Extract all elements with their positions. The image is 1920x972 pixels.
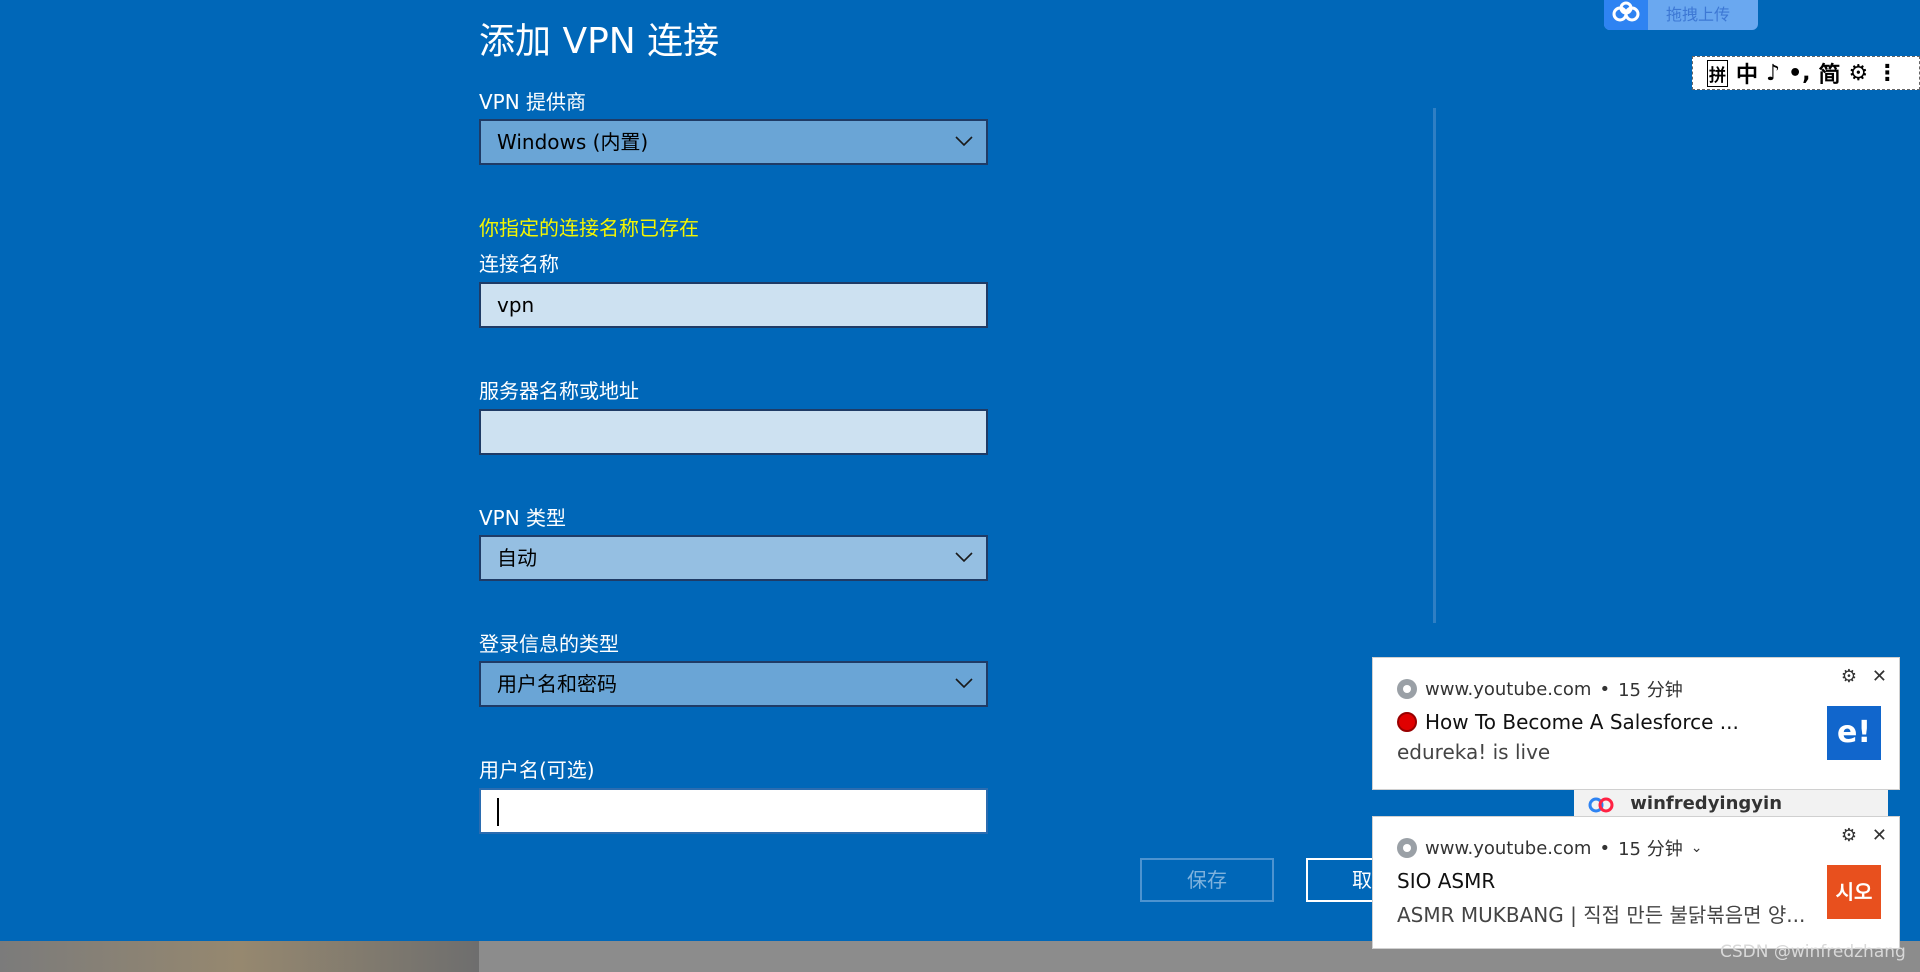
notification-subtitle: edureka! is live	[1397, 740, 1551, 764]
watermark: CSDN @winfredzhang	[1720, 942, 1906, 962]
vpn-provider-label: VPN 提供商	[479, 90, 587, 114]
ime-punctuation-icon[interactable]: •,	[1788, 61, 1810, 86]
upload-label: 拖拽上传	[1666, 5, 1731, 24]
ime-more-icon[interactable]: ⋮	[1876, 61, 1898, 86]
vpn-type-value: 自动	[497, 546, 537, 570]
vpn-provider-dropdown[interactable]: Windows (内置)	[479, 119, 988, 165]
chevron-down-icon	[955, 136, 973, 147]
notification-toast[interactable]: www.youtube.com • 15 分钟 ⌄ ⚙ ✕ SIO ASMR A…	[1372, 816, 1900, 949]
ime-toolbar[interactable]: 拼 中 ♪ •, 简 ⚙ ⋮	[1692, 56, 1920, 90]
signin-type-label: 登录信息的类型	[479, 632, 619, 656]
chrome-icon	[1397, 838, 1417, 858]
settings-icon[interactable]: ⚙	[1841, 666, 1857, 687]
app-logo-icon	[1588, 793, 1614, 813]
chevron-down-icon	[955, 552, 973, 563]
background-window-strip: winfredyingyin	[1574, 790, 1888, 818]
ime-halfwidth-icon[interactable]: ♪	[1766, 61, 1780, 86]
scrollbar[interactable]	[1433, 108, 1436, 623]
channel-thumbnail: 시오	[1827, 865, 1881, 919]
page-title: 添加 VPN 连接	[479, 21, 720, 62]
chevron-down-icon[interactable]: ⌄	[1691, 840, 1703, 856]
channel-thumbnail: e!	[1827, 706, 1881, 760]
vpn-provider-value: Windows (内置)	[497, 130, 649, 154]
text-caret	[497, 798, 499, 826]
connection-name-label: 连接名称	[479, 252, 559, 276]
settings-icon[interactable]: ⚙	[1841, 825, 1857, 846]
name-exists-warning: 你指定的连接名称已存在	[479, 216, 699, 240]
chevron-down-icon	[955, 678, 973, 689]
notification-source: www.youtube.com • 15 分钟	[1397, 676, 1683, 702]
live-icon	[1397, 712, 1417, 732]
desktop-wallpaper-strip	[0, 941, 479, 972]
ime-chinese-mode[interactable]: 中	[1736, 57, 1758, 89]
notification-subtitle: ASMR MUKBANG | 직접 만든 불닭볶음면 양...	[1397, 903, 1806, 927]
server-address-input[interactable]	[479, 409, 988, 455]
server-address-label: 服务器名称或地址	[479, 379, 639, 403]
username-label: 用户名(可选)	[479, 758, 595, 782]
cloud-icon	[1604, 0, 1648, 30]
close-icon[interactable]: ✕	[1872, 666, 1887, 687]
notification-source: www.youtube.com • 15 分钟 ⌄	[1397, 835, 1702, 861]
username-input[interactable]	[479, 788, 988, 834]
connection-name-input[interactable]: vpn	[479, 282, 988, 328]
notification-title: SIO ASMR	[1397, 869, 1496, 893]
connection-name-value: vpn	[497, 293, 535, 317]
signin-type-dropdown[interactable]: 用户名和密码	[479, 661, 988, 707]
signin-type-value: 用户名和密码	[497, 672, 617, 696]
background-window-label: winfredyingyin	[1630, 793, 1783, 814]
ime-pinyin-icon[interactable]: 拼	[1707, 59, 1728, 87]
close-icon[interactable]: ✕	[1872, 825, 1887, 846]
save-button[interactable]: 保存	[1140, 858, 1274, 902]
vpn-type-label: VPN 类型	[479, 506, 567, 530]
chrome-icon	[1397, 679, 1417, 699]
vpn-type-dropdown[interactable]: 自动	[479, 535, 988, 581]
upload-widget[interactable]: 拖拽上传	[1604, 0, 1758, 30]
notification-toast[interactable]: www.youtube.com • 15 分钟 ⚙ ✕ How To Becom…	[1372, 657, 1900, 790]
notification-title: How To Become A Salesforce ...	[1397, 710, 1739, 734]
ime-simplified-mode[interactable]: 简	[1818, 57, 1840, 89]
ime-settings-icon[interactable]: ⚙	[1849, 61, 1869, 86]
